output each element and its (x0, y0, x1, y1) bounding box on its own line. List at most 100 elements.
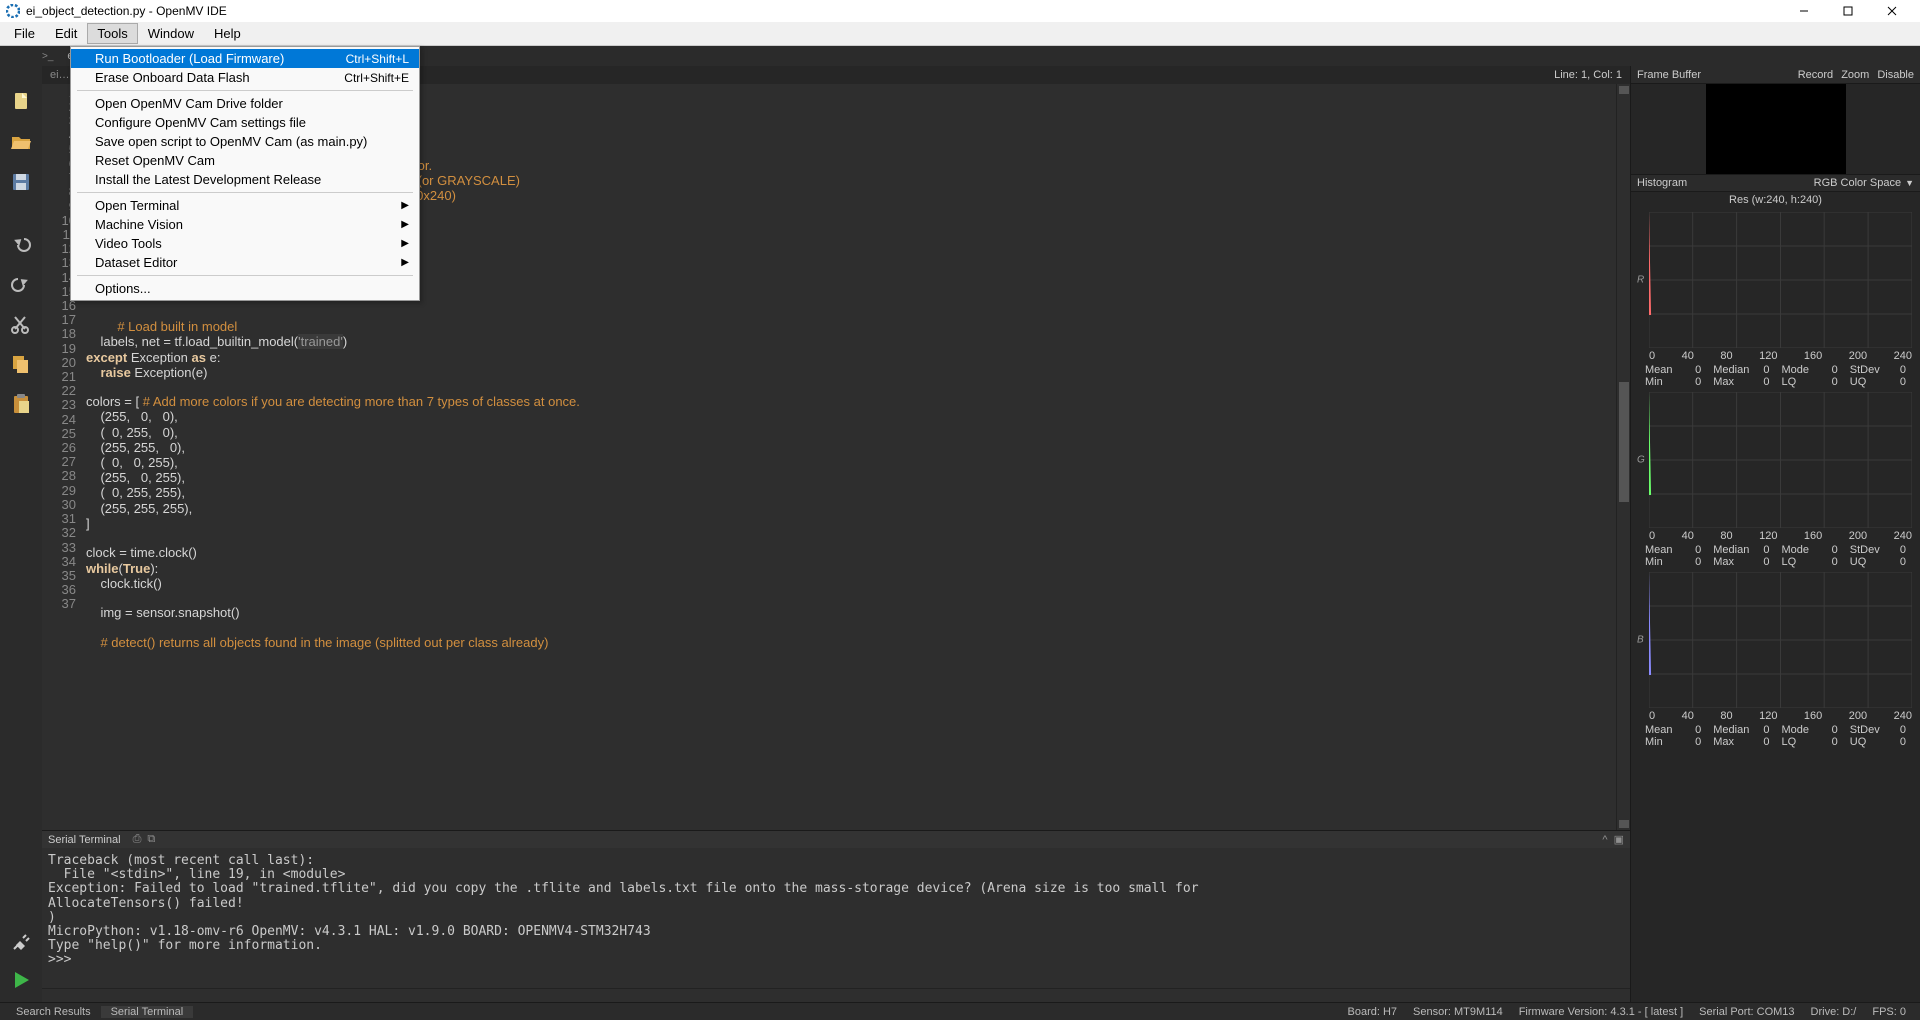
histogram-g: G 04080120160200240 Mean0 Median0 Mode0 … (1631, 392, 1920, 568)
y-axis-label: B (1637, 635, 1644, 646)
status-fps: FPS: 0 (1864, 1006, 1914, 1018)
right-panel: Frame Buffer Record Zoom Disable Histogr… (1630, 66, 1920, 1002)
menu-item-label: Configure OpenMV Cam settings file (95, 115, 306, 130)
menu-video-tools[interactable]: Video Tools▶ (71, 234, 419, 253)
x-axis-ticks: 04080120160200240 (1649, 530, 1912, 542)
histogram-plot-r: R (1649, 212, 1912, 348)
window-title: ei_object_detection.py - OpenMV IDE (26, 4, 227, 18)
app-logo-icon (6, 4, 20, 18)
histogram-trace-b (1649, 572, 1912, 675)
menu-file[interactable]: File (4, 23, 45, 44)
editor-vertical-scrollbar[interactable] (1616, 84, 1630, 830)
y-axis-label: R (1637, 275, 1644, 286)
redo-button[interactable] (7, 270, 35, 298)
record-button[interactable]: Record (1798, 69, 1833, 81)
open-file-button[interactable] (7, 128, 35, 156)
serial-terminal-header: Serial Terminal ⎙ ⧉ ^ ▣ (42, 830, 1630, 848)
menu-tools[interactable]: Tools (87, 23, 137, 44)
terminal-button-2-icon[interactable]: ⧉ (147, 833, 155, 846)
left-toolbar (0, 66, 42, 1002)
connect-button[interactable] (7, 928, 35, 956)
chevron-right-icon: ▶ (401, 200, 409, 211)
status-firmware: Firmware Version: 4.3.1 - [ latest ] (1511, 1006, 1691, 1018)
status-port: Serial Port: COM13 (1691, 1006, 1802, 1018)
chevron-down-icon: ▼ (1905, 178, 1914, 188)
terminal-collapse-icon[interactable]: ^ (1602, 834, 1607, 846)
menu-options[interactable]: Options... (71, 279, 419, 298)
menu-erase-flash[interactable]: Erase Onboard Data Flash Ctrl+Shift+E (71, 68, 419, 87)
menu-install-dev[interactable]: Install the Latest Development Release (71, 170, 419, 189)
x-axis-ticks: 04080120160200240 (1649, 710, 1912, 722)
tools-dropdown: Run Bootloader (Load Firmware) Ctrl+Shif… (70, 46, 420, 301)
menu-save-mainpy[interactable]: Save open script to OpenMV Cam (as main.… (71, 132, 419, 151)
status-sensor: Sensor: MT9M114 (1405, 1006, 1511, 1018)
menu-item-label: Run Bootloader (Load Firmware) (95, 51, 284, 66)
histogram-stats-g: Mean0 Median0 Mode0 StDev0 Min0 Max0 LQ0… (1639, 544, 1912, 568)
framebuffer-title: Frame Buffer (1637, 69, 1701, 81)
window-minimize-button[interactable] (1782, 0, 1826, 22)
chevron-right-icon: ▶ (401, 238, 409, 249)
terminal-popout-icon[interactable]: ▣ (1614, 833, 1624, 846)
menu-reset-cam[interactable]: Reset OpenMV Cam (71, 151, 419, 170)
menu-item-label: Reset OpenMV Cam (95, 153, 215, 168)
histogram-r: R 04080120160200240 Mean0 Median0 Mode0 … (1631, 212, 1920, 388)
run-button[interactable] (7, 966, 35, 994)
histogram-stats-b: Mean0 Median0 Mode0 StDev0 Min0 Max0 LQ0… (1639, 724, 1912, 748)
histogram-b: B 04080120160200240 Mean0 Median0 Mode0 … (1631, 572, 1920, 748)
serial-terminal[interactable]: Traceback (most recent call last): File … (42, 848, 1630, 988)
menu-open-terminal[interactable]: Open Terminal ▶ (71, 196, 419, 215)
status-tab-search[interactable]: Search Results (6, 1006, 101, 1018)
menu-machine-vision[interactable]: Machine Vision▶ (71, 215, 419, 234)
terminal-button-1-icon[interactable]: ⎙ (133, 833, 142, 846)
y-axis-label: G (1637, 455, 1645, 466)
framebuffer-header: Frame Buffer Record Zoom Disable (1631, 66, 1920, 84)
status-board: Board: H7 (1340, 1006, 1406, 1018)
menu-shortcut: Ctrl+Shift+E (344, 71, 409, 85)
cursor-position: Line: 1, Col: 1 (1554, 69, 1622, 81)
menu-window[interactable]: Window (138, 23, 204, 44)
menu-separator (77, 275, 413, 276)
histogram-title: Histogram (1637, 177, 1687, 189)
undo-button[interactable] (7, 230, 35, 258)
menu-help[interactable]: Help (204, 23, 251, 44)
disable-button[interactable]: Disable (1877, 69, 1914, 81)
status-bar: Search Results Serial Terminal Board: H7… (0, 1002, 1920, 1020)
editor-horizontal-scrollbar[interactable] (42, 988, 1630, 1002)
cut-button[interactable] (7, 310, 35, 338)
copy-button[interactable] (7, 350, 35, 378)
menu-item-label: Options... (95, 281, 151, 296)
menu-run-bootloader[interactable]: Run Bootloader (Load Firmware) Ctrl+Shif… (71, 49, 419, 68)
save-file-button[interactable] (7, 168, 35, 196)
histogram-plot-g: G (1649, 392, 1912, 528)
colorspace-selector[interactable]: RGB Color Space (1814, 177, 1901, 189)
zoom-button[interactable]: Zoom (1841, 69, 1869, 81)
histogram-trace-r (1649, 212, 1912, 315)
x-axis-ticks: 04080120160200240 (1649, 350, 1912, 362)
histogram-stats-r: Mean0 Median0 Mode0 StDev0 Min0 Max0 LQ0… (1639, 364, 1912, 388)
chevron-right-icon: ▶ (401, 219, 409, 230)
framebuffer-view (1631, 84, 1920, 174)
chevron-right-icon: ▶ (401, 257, 409, 268)
menu-edit[interactable]: Edit (45, 23, 87, 44)
histogram-resolution: Res (w:240, h:240) (1631, 192, 1920, 208)
terminal-icon: >_ (42, 51, 53, 62)
new-file-button[interactable] (7, 88, 35, 116)
menu-dataset-editor[interactable]: Dataset Editor▶ (71, 253, 419, 272)
paste-button[interactable] (7, 390, 35, 418)
status-drive: Drive: D:/ (1803, 1006, 1865, 1018)
menu-shortcut: Ctrl+Shift+L (346, 52, 409, 66)
window-maximize-button[interactable] (1826, 0, 1870, 22)
menu-separator (77, 90, 413, 91)
menu-separator (77, 192, 413, 193)
histogram-header: Histogram RGB Color Space ▼ (1631, 174, 1920, 192)
window-titlebar: ei_object_detection.py - OpenMV IDE (0, 0, 1920, 22)
menu-item-label: Save open script to OpenMV Cam (as main.… (95, 134, 367, 149)
menu-item-label: Open OpenMV Cam Drive folder (95, 96, 283, 111)
framebuffer-image (1706, 84, 1846, 174)
menu-configure-settings[interactable]: Configure OpenMV Cam settings file (71, 113, 419, 132)
window-close-button[interactable] (1870, 0, 1914, 22)
status-tab-serial[interactable]: Serial Terminal (101, 1006, 194, 1018)
menu-open-drive[interactable]: Open OpenMV Cam Drive folder (71, 94, 419, 113)
menubar: File Edit Tools Window Help (0, 22, 1920, 46)
menu-item-label: Open Terminal (95, 198, 179, 213)
